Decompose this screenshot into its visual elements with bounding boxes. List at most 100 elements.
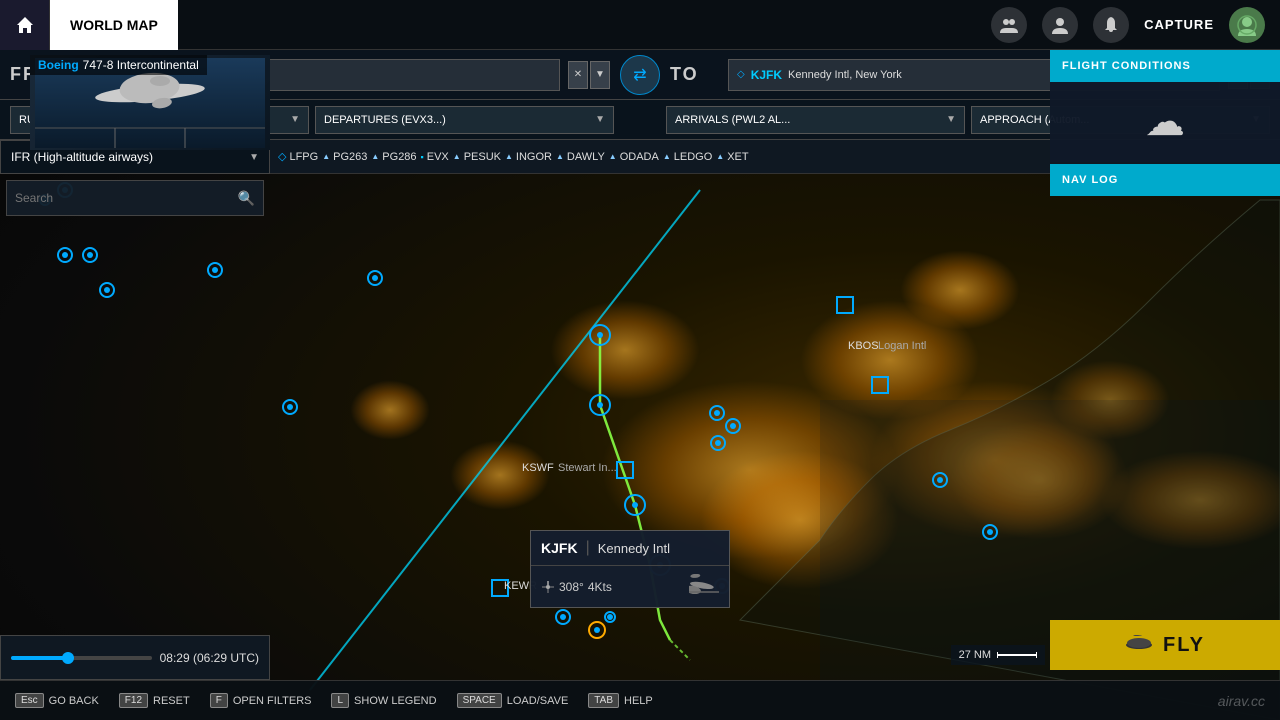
kewr-dot[interactable] bbox=[491, 579, 509, 597]
kswf-dot[interactable] bbox=[616, 461, 634, 479]
left-sidebar: 🔍 bbox=[0, 174, 270, 680]
arrivals-selector[interactable]: ARRIVALS (PWL2 AL... ▼ bbox=[666, 106, 965, 134]
to-airport-code: KJFK bbox=[751, 68, 782, 82]
distance-value: 27 NM bbox=[959, 649, 991, 661]
shortcut-show-legend[interactable]: L SHOW LEGEND bbox=[331, 693, 436, 708]
cloud-weather-icon: ☁ bbox=[1145, 99, 1185, 145]
departures-label: DEPARTURES (EVX3...) bbox=[324, 114, 446, 126]
waypoint-odada[interactable]: ▲ ODADA bbox=[609, 151, 659, 163]
to-airport-name: Kennedy Intl, New York bbox=[788, 69, 902, 81]
community-icon[interactable] bbox=[991, 7, 1027, 43]
space-key: SPACE bbox=[457, 693, 502, 708]
timeline-bar: 08:29 (06:29 UTC) bbox=[0, 635, 270, 680]
shortcut-open-filters[interactable]: F OPEN FILTERS bbox=[210, 693, 312, 708]
waypoint-pg263[interactable]: ▲ PG263 bbox=[322, 151, 367, 163]
kbos-dot[interactable] bbox=[836, 296, 854, 314]
aircraft-brand: Boeing bbox=[38, 58, 79, 72]
map-airport-dot[interactable] bbox=[709, 405, 725, 421]
waypoint-triangle-icon: ▲ bbox=[322, 152, 330, 161]
nav-log-button[interactable]: NAV LOG bbox=[1050, 164, 1280, 196]
f-key: F bbox=[210, 693, 228, 708]
aircraft-model: 747-8 Intercontinental bbox=[83, 58, 199, 72]
world-map-tab[interactable]: WORLD MAP bbox=[50, 0, 178, 50]
shortcut-help[interactable]: TAB HELP bbox=[588, 693, 652, 708]
swap-airports-button[interactable]: ⇄ bbox=[620, 55, 660, 95]
reset-label: RESET bbox=[153, 695, 190, 707]
map-waypoint-dot[interactable] bbox=[589, 394, 611, 416]
avatar[interactable] bbox=[1229, 7, 1265, 43]
landing-plane-icon bbox=[689, 574, 719, 594]
airport-tooltip: KJFK | Kennedy Intl 308° 4Kts bbox=[530, 530, 730, 608]
waypoint-lfpg[interactable]: ◇ LFPG bbox=[278, 150, 318, 163]
search-input[interactable] bbox=[15, 191, 232, 205]
header-right: CAPTURE bbox=[991, 7, 1280, 43]
waypoint-triangle-icon: ▲ bbox=[556, 152, 564, 161]
kjfk-dot[interactable] bbox=[588, 621, 606, 639]
waypoint-diamond-icon: ◇ bbox=[278, 150, 286, 163]
wind-info: 308° 4Kts bbox=[541, 580, 612, 594]
map-airport-dot[interactable] bbox=[725, 418, 741, 434]
map-dot[interactable] bbox=[871, 376, 889, 394]
world-map-label: WORLD MAP bbox=[70, 17, 158, 33]
waypoint-ledgo[interactable]: ▲ LEDGO bbox=[663, 151, 712, 163]
home-icon bbox=[15, 15, 35, 35]
waypoint-dawly[interactable]: ▲ DAWLY bbox=[556, 151, 605, 163]
notifications-icon[interactable] bbox=[1093, 7, 1129, 43]
search-icon[interactable]: 🔍 bbox=[238, 190, 255, 207]
waypoint-square-icon: ▪ bbox=[421, 152, 424, 162]
waypoint-pesuk[interactable]: ▲ PESUK bbox=[453, 151, 501, 163]
fly-button[interactable]: FLY bbox=[1050, 620, 1280, 670]
map-airport-dot[interactable] bbox=[282, 399, 298, 415]
header-bar: WORLD MAP CAPTURE bbox=[0, 0, 1280, 50]
ifr-selector[interactable]: IFR (High-altitude airways) ▼ bbox=[1, 150, 269, 164]
map-airport-dot[interactable] bbox=[710, 435, 726, 451]
map-airport-dot[interactable] bbox=[555, 609, 571, 625]
shortcuts-right: airav.cc bbox=[1218, 693, 1265, 709]
shortcut-reset[interactable]: F12 RESET bbox=[119, 693, 190, 708]
tooltip-body: 308° 4Kts bbox=[531, 566, 729, 607]
wind-icon bbox=[541, 580, 555, 594]
nav-log-label: NAV LOG bbox=[1062, 174, 1118, 186]
departures-dropdown-arrow: ▼ bbox=[595, 114, 605, 125]
waypoint-xet[interactable]: ▲ XET bbox=[716, 151, 748, 163]
people-icon bbox=[999, 17, 1019, 33]
tooltip-airport-name: Kennedy Intl bbox=[598, 541, 670, 556]
aircraft-title-bar: Boeing 747-8 Intercontinental bbox=[30, 55, 207, 75]
options-separator bbox=[620, 100, 660, 140]
map-airport-dot[interactable] bbox=[604, 611, 616, 623]
departures-selector[interactable]: DEPARTURES (EVX3...) ▼ bbox=[315, 106, 614, 134]
f12-key: F12 bbox=[119, 693, 148, 708]
fly-label: FLY bbox=[1163, 634, 1205, 657]
shortcut-go-back[interactable]: Esc GO BACK bbox=[15, 693, 99, 708]
tab-key: TAB bbox=[588, 693, 619, 708]
waypoint-triangle-icon: ▲ bbox=[716, 152, 724, 161]
timeline-slider[interactable] bbox=[11, 656, 152, 660]
waypoint-pg286[interactable]: ▲ PG286 bbox=[371, 151, 416, 163]
map-airport-dot[interactable] bbox=[982, 524, 998, 540]
waypoint-triangle-icon: ▲ bbox=[505, 152, 513, 161]
from-dropdown-button[interactable]: ▼ bbox=[590, 61, 610, 89]
wind-direction: 308° bbox=[559, 580, 584, 594]
waypoint-ingor[interactable]: ▲ INGOR bbox=[505, 151, 552, 163]
load-save-label: LOAD/SAVE bbox=[507, 695, 569, 707]
tooltip-header: KJFK | Kennedy Intl bbox=[531, 531, 729, 566]
from-clear-button[interactable]: ✕ bbox=[568, 61, 588, 89]
map-airport-dot[interactable] bbox=[367, 270, 383, 286]
waypoint-code: LEDGO bbox=[674, 151, 713, 163]
map-waypoint-dot[interactable] bbox=[589, 324, 611, 346]
home-button[interactable] bbox=[0, 0, 50, 50]
watermark-text: airav.cc bbox=[1218, 693, 1265, 709]
ifr-dropdown-arrow: ▼ bbox=[249, 152, 259, 163]
shortcut-load-save[interactable]: SPACE LOAD/SAVE bbox=[457, 693, 569, 708]
map-airport-dot[interactable] bbox=[932, 472, 948, 488]
capture-button[interactable]: CAPTURE bbox=[1144, 17, 1214, 32]
wind-speed: 4Kts bbox=[588, 580, 612, 594]
waypoint-evx[interactable]: ▪ EVX bbox=[421, 151, 449, 163]
user-icon bbox=[1051, 16, 1069, 34]
arrivals-label: ARRIVALS (PWL2 AL... bbox=[675, 114, 790, 126]
waypoint-code: XET bbox=[727, 151, 748, 163]
show-legend-label: SHOW LEGEND bbox=[354, 695, 437, 707]
map-waypoint-dot[interactable] bbox=[624, 494, 646, 516]
profile-icon[interactable] bbox=[1042, 7, 1078, 43]
shortcuts-bar: Esc GO BACK F12 RESET F OPEN FILTERS L S… bbox=[0, 680, 1280, 720]
